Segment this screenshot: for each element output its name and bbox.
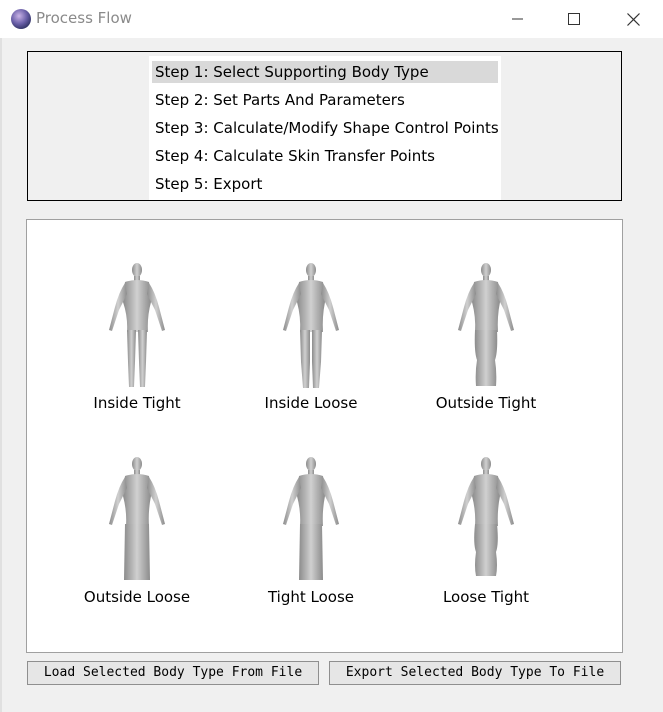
body-type-inside-loose[interactable]: Inside Loose [226,262,396,422]
close-button[interactable] [604,0,662,38]
step-item-3[interactable]: Step 3: Calculate/Modify Shape Control P… [152,117,499,139]
load-body-type-button[interactable]: Load Selected Body Type From File [27,661,319,685]
step-item-5[interactable]: Step 5: Export [152,173,498,195]
body-type-outside-tight[interactable]: Outside Tight [401,262,571,422]
steps-list[interactable]: Step 1: Select Supporting Body Type Step… [149,56,501,200]
body-type-inside-tight[interactable]: Inside Tight [52,262,222,422]
window-title: Process Flow [36,9,132,27]
step-item-2[interactable]: Step 2: Set Parts And Parameters [152,89,498,111]
maximize-icon [567,12,580,25]
body-type-tight-loose[interactable]: Tight Loose [226,456,396,616]
body-figure-straight-column-icon [283,457,339,580]
step-label: Step 1: Select Supporting Body Type [155,63,429,81]
minimize-button[interactable] [489,0,547,38]
body-type-label: Inside Tight [93,394,181,412]
body-type-outside-loose[interactable]: Outside Loose [52,456,222,616]
body-type-label: Inside Loose [264,394,358,412]
body-type-label: Outside Tight [435,394,537,412]
step-label: Step 5: Export [155,175,263,193]
step-label: Step 4: Calculate Skin Transfer Points [155,147,435,165]
close-icon [626,12,640,26]
step-label: Step 2: Set Parts And Parameters [155,91,405,109]
body-type-label: Tight Loose [267,588,355,606]
title-bar[interactable]: Process Flow [0,0,663,38]
window-left-edge [0,0,2,712]
body-type-loose-tight[interactable]: Loose Tight [401,456,571,616]
minimize-icon [512,18,523,20]
body-type-grid: Inside Tight Inside Loose Outside Tight [26,219,623,653]
step-item-1[interactable]: Step 1: Select Supporting Body Type [152,61,498,83]
export-body-type-button[interactable]: Export Selected Body Type To File [329,661,621,685]
body-figure-loose-column-icon [109,457,165,580]
step-label: Step 3: Calculate/Modify Shape Control P… [155,119,499,137]
body-figure-tight-column-icon [458,263,514,386]
steps-panel: Step 1: Select Supporting Body Type Step… [27,51,622,201]
app-icon [11,9,31,29]
body-figure-fitted-legs-icon [109,263,165,387]
body-type-label: Loose Tight [442,588,530,606]
step-item-4[interactable]: Step 4: Calculate Skin Transfer Points [152,145,498,167]
maximize-button[interactable] [545,0,603,38]
body-figure-tapered-column-icon [458,457,514,576]
body-type-label: Outside Loose [83,588,191,606]
body-figure-loose-legs-icon [283,263,339,388]
